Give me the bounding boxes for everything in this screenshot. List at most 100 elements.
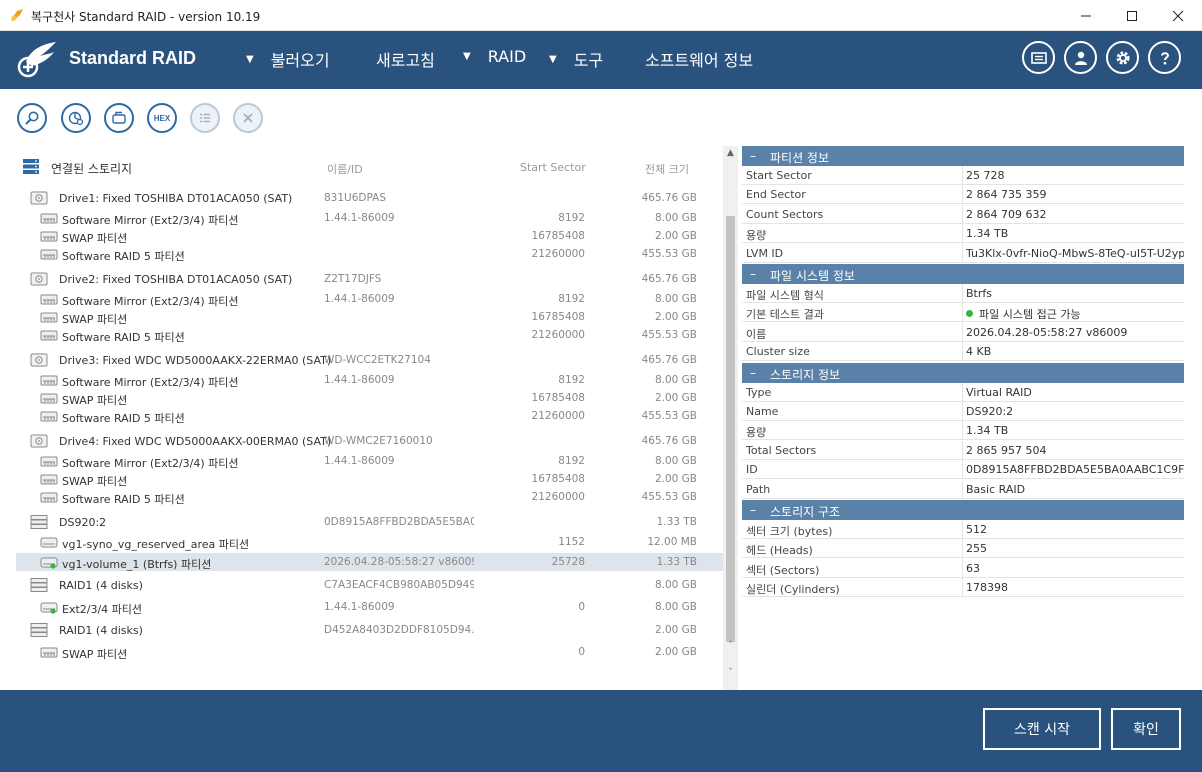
scan-start-button[interactable]: 스캔 시작 (983, 708, 1101, 750)
tree-row-start-sector: 0 (578, 601, 585, 613)
tree-row-partition[interactable]: SWAP 파티션 16785408 2.00 GB (16, 389, 723, 407)
tree-row-partition[interactable]: Software RAID 5 파티션 21260000 455.53 GB (16, 245, 723, 263)
property-key: Total Sectors (746, 443, 817, 457)
property-value: 4 KB (966, 345, 992, 359)
tree-row-storage[interactable]: Drive3: Fixed WDC WD5000AAKX-22ERMA0 (SA… (16, 351, 723, 369)
property-value: 0D8915A8FFBD2BDA5E5BA0AABC1C9F36 (966, 463, 1184, 477)
property-key: End Sector (746, 188, 806, 202)
hdd-icon (30, 191, 48, 205)
tree-row-partition[interactable]: Software RAID 5 파티션 21260000 455.53 GB (16, 407, 723, 425)
storage-tree-panel: 연결된 스토리지 이름/ID Start Sector 전체 크기 Drive1… (0, 146, 738, 690)
hdd-icon (30, 434, 48, 448)
tree-row-storage[interactable]: Drive4: Fixed WDC WD5000AAKX-00ERMA0 (SA… (16, 432, 723, 450)
tree-row-partition[interactable]: SWAP 파티션 0 2.00 GB (16, 643, 723, 661)
partition-icon (40, 375, 58, 386)
tree-row-partition[interactable]: Software RAID 5 파티션 21260000 455.53 GB (16, 488, 723, 506)
section-header[interactable]: – 스토리지 구조 (742, 500, 1184, 520)
section-title: 스토리지 정보 (770, 367, 841, 382)
settings-button[interactable] (1106, 41, 1139, 74)
menu-tools[interactable]: ▼ 도구 (549, 47, 603, 71)
property-key: Path (746, 482, 771, 496)
tree-row-partition[interactable]: Software RAID 5 파티션 21260000 455.53 GB (16, 326, 723, 344)
tree-row-partition[interactable]: SWAP 파티션 16785408 2.00 GB (16, 227, 723, 245)
raid-icon (30, 623, 48, 637)
user-button[interactable] (1064, 41, 1097, 74)
scroll-down-icon[interactable]: ˇ (723, 666, 738, 681)
partition-icon (40, 213, 58, 224)
tree-row-id: 1.44.1-86009 (324, 455, 395, 467)
messages-button[interactable] (1022, 41, 1055, 74)
menu-raid-label: RAID (487, 47, 527, 66)
tree-row-name: Drive2: Fixed TOSHIBA DT01ACA050 (SAT) (59, 273, 293, 286)
property-row: 이름 2026.04.28-05:58:27 v86009 (742, 322, 1184, 342)
tree-row-storage[interactable]: Drive2: Fixed TOSHIBA DT01ACA050 (SAT) Z2… (16, 270, 723, 288)
tree-row-partition[interactable]: Software Mirror (Ext2/3/4) 파티션 1.44.1-860… (16, 371, 723, 389)
menu-load[interactable]: ▼ 불러오기 (246, 47, 330, 71)
tree-row-partition[interactable]: Ext2/3/4 파티션 1.44.1-86009 0 8.00 GB (16, 598, 723, 616)
column-divider (962, 166, 963, 185)
hex-icon: HEX (153, 113, 171, 123)
collapse-icon[interactable]: – (750, 366, 756, 380)
cancel-button[interactable] (233, 103, 263, 133)
help-button[interactable] (1148, 41, 1181, 74)
tree-row-partition[interactable]: vg1-syno_vg_reserved_area 파티션 1152 12.00 M… (16, 533, 723, 551)
property-row: Path Basic RAID (742, 479, 1184, 499)
tree-row-id: 1.44.1-86009 (324, 374, 395, 386)
image-button[interactable] (104, 103, 134, 133)
tree-row-partition[interactable]: SWAP 파티션 16785408 2.00 GB (16, 308, 723, 326)
collapse-icon[interactable]: – (750, 503, 756, 517)
tree-row-name: Software RAID 5 파티션 (62, 331, 185, 344)
tree-row-start-sector: 0 (578, 646, 585, 658)
tree-row-storage[interactable]: RAID1 (4 disks) C7A3EACF4CB980AB05D949...… (16, 576, 723, 594)
property-value: Virtual RAID (966, 385, 1032, 399)
tree-row-storage[interactable]: DS920:2 0D8915A8FFBD2BDA5E5BA0... 1.33 TB (16, 513, 723, 531)
property-key: Name (746, 405, 779, 418)
list-button[interactable] (190, 103, 220, 133)
close-window-button[interactable] (1155, 0, 1201, 31)
window-title: 복구천사 Standard RAID - version 10.19 (31, 10, 261, 24)
hdd-icon (30, 353, 48, 367)
column-header-start-sector[interactable]: Start Sector (520, 161, 586, 174)
tree-row-partition[interactable]: Software Mirror (Ext2/3/4) 파티션 1.44.1-860… (16, 452, 723, 470)
minimize-button[interactable] (1063, 0, 1109, 31)
tree-row-storage[interactable]: RAID1 (4 disks) D452A8403D2DDF8105D94... 2… (16, 621, 723, 639)
dropdown-arrow-icon: ▼ (463, 51, 471, 62)
property-row: End Sector 2 864 735 359 (742, 185, 1184, 205)
section-header[interactable]: – 파일 시스템 정보 (742, 264, 1184, 284)
partition-icon (40, 411, 58, 422)
tree-row-name: DS920:2 (59, 516, 107, 529)
raid-icon (30, 578, 48, 592)
tree-row-start-sector: 1152 (558, 536, 585, 548)
partition-icon (40, 312, 58, 323)
column-divider (962, 578, 963, 598)
tree-row-partition[interactable]: SWAP 파티션 16785408 2.00 GB (16, 470, 723, 488)
menu-about[interactable]: 소프트웨어 정보 (645, 47, 753, 71)
ok-button[interactable]: 확인 (1111, 708, 1181, 750)
column-divider (962, 558, 963, 578)
tree-row-storage[interactable]: Drive1: Fixed TOSHIBA DT01ACA050 (SAT) 83… (16, 189, 723, 207)
scroll-up-arrow-icon[interactable]: ˆ (723, 639, 738, 654)
toolbar: HEX (0, 89, 1202, 146)
tree-scrollbar[interactable]: ▲ ˆ ˇ (723, 146, 738, 690)
partition-button[interactable] (61, 103, 91, 133)
column-header-size[interactable]: 전체 크기 (645, 161, 689, 177)
scrollbar-thumb[interactable] (726, 216, 735, 642)
hex-button[interactable]: HEX (147, 103, 177, 133)
column-header-id[interactable]: 이름/ID (327, 161, 363, 177)
collapse-icon[interactable]: – (750, 149, 756, 163)
search-button[interactable] (17, 103, 47, 133)
tree-row-partition[interactable]: Software Mirror (Ext2/3/4) 파티션 1.44.1-860… (16, 209, 723, 227)
menu-raid[interactable]: ▼ RAID (463, 47, 526, 66)
tree-row-start-sector: 16785408 (531, 311, 585, 323)
tree-row-name: SWAP 파티션 (62, 313, 128, 326)
menu-refresh[interactable]: 새로고침 (376, 47, 435, 71)
tree-row-partition[interactable]: Software Mirror (Ext2/3/4) 파티션 1.44.1-860… (16, 290, 723, 308)
settings-icon (1116, 51, 1129, 64)
scroll-up-icon[interactable]: ▲ (723, 146, 738, 161)
property-row: 용량 1.34 TB (742, 421, 1184, 441)
maximize-button[interactable] (1109, 0, 1155, 31)
collapse-icon[interactable]: – (750, 267, 756, 281)
section-header[interactable]: – 파티션 정보 (742, 146, 1184, 166)
section-header[interactable]: – 스토리지 정보 (742, 362, 1184, 383)
tree-row-partition[interactable]: vg1-volume_1 (Btrfs) 파티션 2026.04.28-05:58… (16, 553, 723, 571)
